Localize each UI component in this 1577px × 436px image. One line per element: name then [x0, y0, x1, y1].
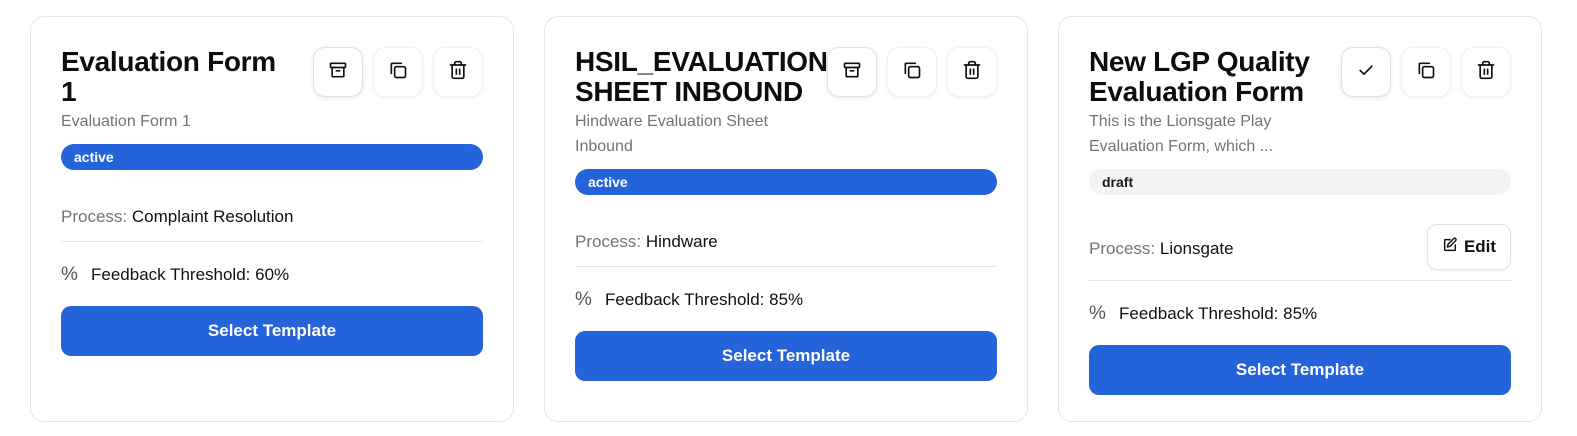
- copy-icon: [902, 60, 922, 85]
- delete-button[interactable]: [433, 47, 483, 97]
- archive-icon: [328, 60, 348, 85]
- select-template-button[interactable]: Select Template: [61, 306, 483, 356]
- card-header: New LGP Quality Evaluation Form This is …: [1089, 17, 1511, 159]
- template-card: Evaluation Form 1 Evaluation Form 1 acti…: [30, 16, 514, 422]
- threshold-text: Feedback Threshold: 60%: [91, 265, 290, 284]
- edit-button[interactable]: Edit: [1427, 224, 1511, 270]
- process-value: Hindware: [645, 232, 718, 251]
- edit-label: Edit: [1463, 237, 1497, 256]
- trash-icon: [1476, 60, 1496, 85]
- trash-icon: [448, 60, 468, 85]
- process-row: Process: Lionsgate Edit: [1089, 224, 1511, 270]
- copy-icon: [1416, 60, 1436, 85]
- process-value: Complaint Resolution: [131, 207, 294, 226]
- process-value: Lionsgate: [1159, 239, 1234, 258]
- process-row: Process: Complaint Resolution: [61, 206, 483, 228]
- copy-button[interactable]: [373, 47, 423, 97]
- template-description: This is the Lionsgate Play Evaluation Fo…: [1089, 113, 1274, 155]
- publish-button[interactable]: [1341, 47, 1391, 97]
- card-header: HSIL_EVALUATION SHEET INBOUND Hindware E…: [575, 17, 997, 159]
- card-actions: [827, 47, 997, 97]
- status-badge: active: [575, 169, 997, 195]
- copy-button[interactable]: [1401, 47, 1451, 97]
- status-badge: active: [61, 144, 483, 170]
- process-label: Process:: [1089, 239, 1156, 258]
- threshold-text: Feedback Threshold: 85%: [1119, 304, 1318, 323]
- trash-icon: [962, 60, 982, 85]
- delete-button[interactable]: [947, 47, 997, 97]
- check-icon: [1356, 60, 1376, 85]
- feedback-threshold: % Feedback Threshold: 85%: [1089, 303, 1511, 325]
- archive-icon: [842, 60, 862, 85]
- process-label: Process:: [575, 232, 642, 251]
- delete-button[interactable]: [1461, 47, 1511, 97]
- archive-button[interactable]: [827, 47, 877, 97]
- template-card: HSIL_EVALUATION SHEET INBOUND Hindware E…: [544, 16, 1028, 422]
- percent-icon: %: [1089, 303, 1106, 324]
- threshold-text: Feedback Threshold: 85%: [605, 290, 804, 309]
- card-actions: [1341, 47, 1511, 97]
- card-actions: [313, 47, 483, 97]
- archive-button[interactable]: [313, 47, 363, 97]
- copy-icon: [388, 60, 408, 85]
- process-label: Process:: [61, 207, 128, 226]
- template-card: New LGP Quality Evaluation Form This is …: [1058, 16, 1542, 422]
- template-description: Evaluation Form 1: [61, 113, 191, 130]
- feedback-threshold: % Feedback Threshold: 85%: [575, 289, 997, 311]
- template-description: Hindware Evaluation Sheet Inbound: [575, 113, 769, 155]
- card-header: Evaluation Form 1 Evaluation Form 1: [61, 17, 483, 134]
- status-badge: draft: [1089, 169, 1511, 195]
- percent-icon: %: [575, 289, 592, 310]
- process-row: Process: Hindware: [575, 231, 997, 253]
- select-template-button[interactable]: Select Template: [575, 331, 997, 381]
- copy-button[interactable]: [887, 47, 937, 97]
- edit-icon: [1442, 237, 1458, 258]
- select-template-button[interactable]: Select Template: [1089, 345, 1511, 395]
- feedback-threshold: % Feedback Threshold: 60%: [61, 264, 483, 286]
- percent-icon: %: [61, 264, 78, 285]
